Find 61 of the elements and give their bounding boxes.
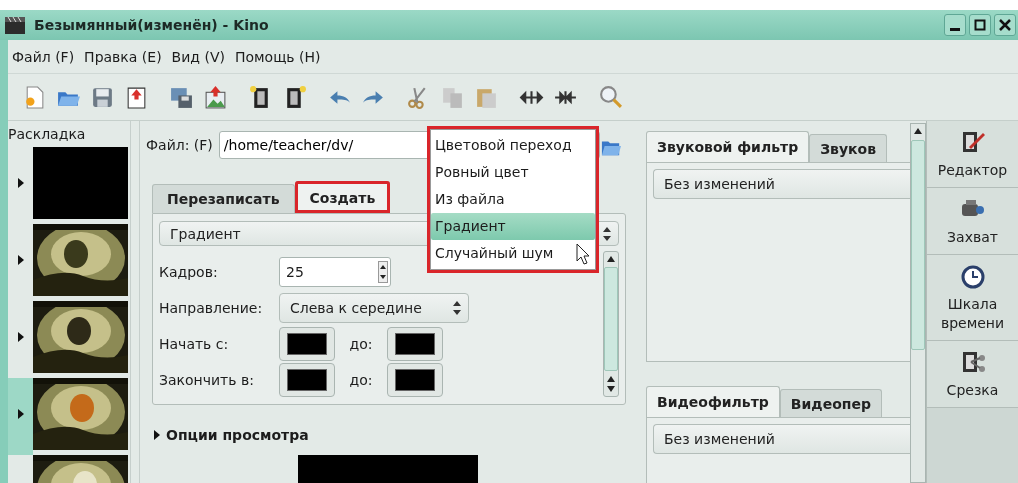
expander-arrow-icon[interactable]	[154, 430, 160, 440]
spin-arrows-icon[interactable]	[378, 261, 388, 283]
file-label: Файл: (F)	[146, 137, 213, 153]
color-button[interactable]	[279, 363, 335, 397]
section-title[interactable]: Опции просмотра	[166, 427, 309, 443]
panel-title: Раскладка	[8, 125, 87, 144]
expander-arrow-icon[interactable]	[17, 332, 24, 342]
menu-option[interactable]: Градиент	[431, 213, 595, 240]
menu-item[interactable]: Правка (E)	[84, 48, 162, 65]
window-title: Безымянный(изменён) - Kino	[34, 17, 270, 33]
color-button[interactable]	[279, 327, 335, 361]
field-label: Закончить в:	[159, 372, 255, 388]
close-button[interactable]	[994, 14, 1016, 36]
updown-arrows-icon	[452, 300, 462, 316]
minimize-button[interactable]	[944, 14, 966, 36]
scroll-up-icon[interactable]	[606, 254, 616, 264]
mode-button[interactable]: Шкала времени	[927, 255, 1018, 341]
menu-item[interactable]: Помощь (H)	[234, 48, 321, 65]
filter-dropdown[interactable]: Без изменений	[653, 169, 910, 199]
expander-arrow-icon[interactable]	[17, 255, 24, 265]
field-label: до:	[348, 336, 374, 352]
image-upload-icon[interactable]	[203, 84, 228, 110]
filter-dropdown[interactable]: Без изменений	[653, 424, 910, 454]
blank-thumbnail[interactable]	[33, 147, 128, 219]
direction-dropdown[interactable]: Слева к середине	[279, 293, 469, 323]
menu-item[interactable]: Файл (F)	[12, 48, 75, 65]
search-icon[interactable]	[598, 84, 623, 110]
minimize-icon	[950, 27, 960, 31]
updown-arrows-icon	[602, 225, 612, 242]
scrollbar[interactable]	[910, 123, 926, 483]
tab[interactable]: Создать	[294, 181, 391, 213]
field-label: до:	[348, 372, 374, 388]
mode-button[interactable]: Срезка	[927, 340, 1018, 408]
color-button[interactable]	[387, 327, 443, 361]
tab[interactable]: Видеопер	[779, 389, 882, 417]
field-label: Кадров:	[159, 264, 219, 280]
mode-button[interactable]: Редактор	[927, 121, 1018, 189]
menu-option[interactable]: Из файла	[431, 186, 595, 213]
expander-arrow-icon[interactable]	[17, 178, 24, 188]
menu-option[interactable]: Ровный цвет	[431, 159, 595, 186]
expander-arrow-icon[interactable]	[17, 409, 24, 419]
field-label: Начать с:	[159, 336, 230, 352]
tab[interactable]: Перезаписать	[152, 184, 295, 213]
field-label: Направление:	[159, 300, 264, 316]
frames-spinbox[interactable]: 25	[279, 257, 391, 287]
color-button[interactable]	[387, 363, 443, 397]
mouse-pointer-icon	[576, 243, 590, 265]
mode-button[interactable]: Захват	[927, 188, 1018, 256]
tab[interactable]: Видеофильтр	[646, 386, 780, 417]
menu-item[interactable]: Вид (V)	[171, 48, 225, 65]
maximize-button[interactable]	[969, 14, 991, 36]
maximize-icon	[974, 19, 986, 31]
menu-option[interactable]: Цветовой переход	[431, 132, 595, 159]
scroll-up-icon[interactable]	[913, 126, 923, 136]
tab[interactable]: Звуков	[809, 134, 888, 162]
scroll-down-icon[interactable]	[606, 384, 616, 394]
clapperboard-icon	[4, 16, 26, 34]
tab[interactable]: Звуковой фильтр	[646, 131, 810, 162]
scrollbar[interactable]	[603, 251, 619, 397]
scroll-up-icon[interactable]	[606, 374, 616, 384]
close-icon	[999, 19, 1011, 31]
